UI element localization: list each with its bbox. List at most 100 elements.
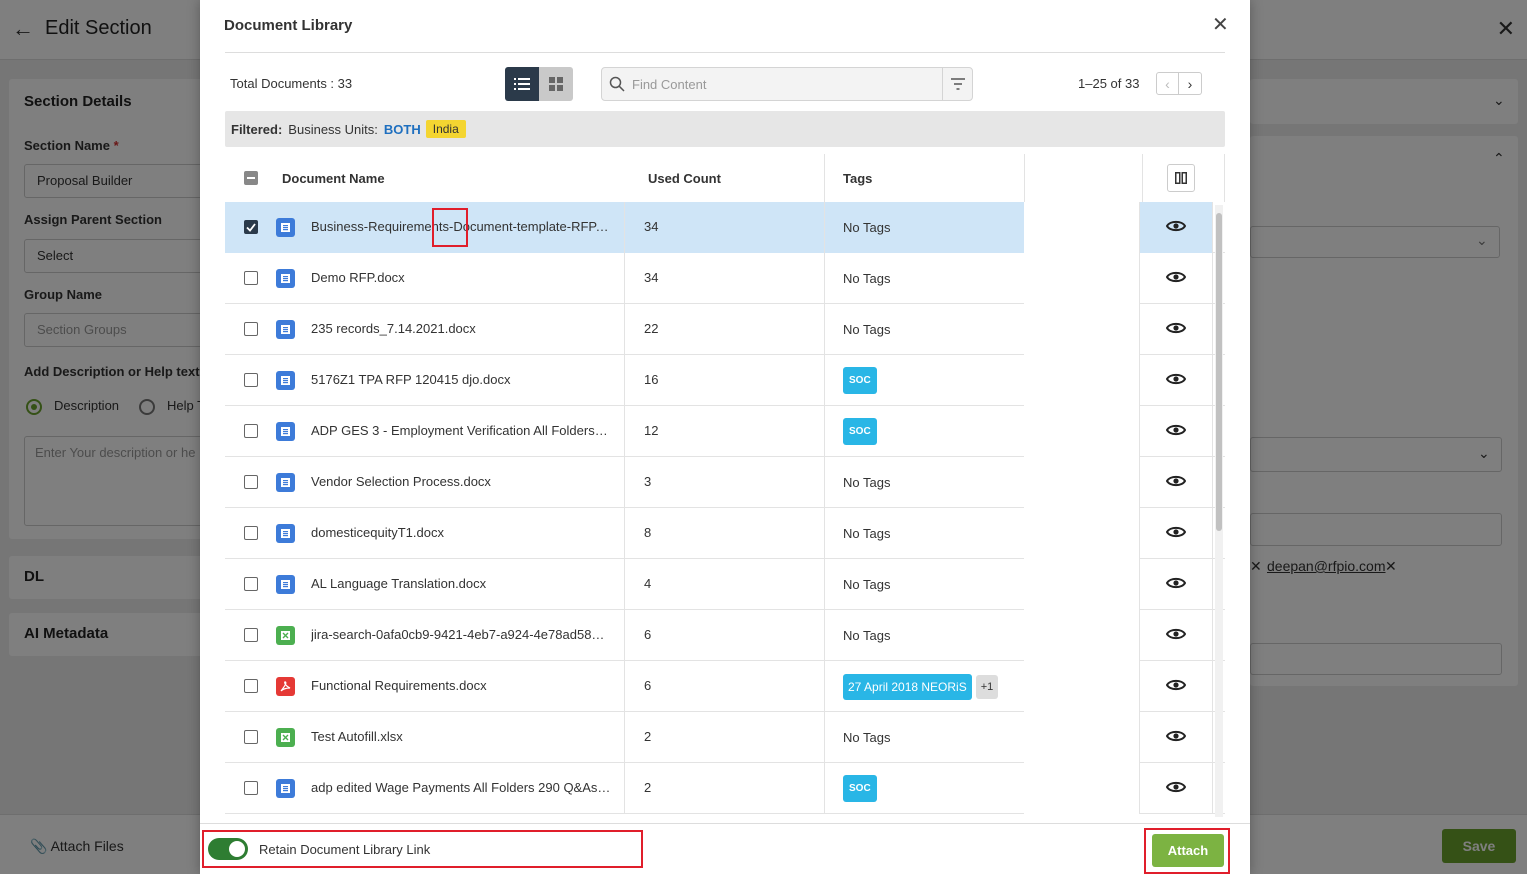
search-input[interactable] [632,68,942,100]
eye-icon[interactable] [1165,321,1187,338]
retain-link-toggle[interactable] [208,838,248,860]
tag-chip[interactable]: SOC [843,367,877,394]
col-used-count[interactable]: Used Count [648,171,721,186]
document-name[interactable]: Demo RFP.docx [311,270,611,285]
next-page-button[interactable]: › [1179,72,1202,95]
row-checkbox[interactable] [244,679,258,693]
tag-chip[interactable]: SOC [843,418,877,445]
blank-cell [1024,559,1139,610]
row-checkbox[interactable] [244,628,258,642]
eye-icon[interactable] [1165,780,1187,797]
used-count: 3 [644,474,652,489]
col-divider [824,154,825,202]
cell-divider [624,304,625,355]
cell-divider [624,712,625,763]
row-checkbox[interactable] [244,781,258,795]
more-tags-badge[interactable]: +1 [975,674,999,699]
used-count: 8 [644,525,652,540]
eye-icon[interactable] [1165,219,1187,236]
eye-icon[interactable] [1165,474,1187,491]
eye-icon[interactable] [1165,525,1187,542]
tag-chip[interactable]: 27 April 2018 NEORiS [843,673,972,700]
document-name[interactable]: Vendor Selection Process.docx [311,474,611,489]
table-row[interactable]: AL Language Translation.docx 4 No Tags [225,559,1225,610]
used-count: 34 [644,270,659,285]
eye-icon[interactable] [1165,423,1187,440]
document-name[interactable]: Test Autofill.xlsx [311,729,611,744]
row-checkbox[interactable] [244,475,258,489]
table-row[interactable]: ADP GES 3 - Employment Verification All … [225,406,1225,457]
close-icon[interactable]: ✕ [1212,12,1229,37]
row-main-cells: adp edited Wage Payments All Folders 290… [225,763,1024,814]
preview-cell [1139,610,1213,661]
cell-divider [824,355,825,406]
preview-cell [1139,457,1213,508]
prev-page-button[interactable]: ‹ [1156,72,1179,95]
table-row[interactable]: Vendor Selection Process.docx 3 No Tags [225,457,1225,508]
table-row[interactable]: 235 records_7.14.2021.docx 22 No Tags [225,304,1225,355]
row-checkbox[interactable] [244,730,258,744]
filter-icon[interactable] [942,68,972,100]
word-file-icon [276,575,295,594]
eye-icon[interactable] [1165,678,1187,695]
word-file-icon [276,422,295,441]
table-row[interactable]: domesticequityT1.docx 8 No Tags [225,508,1225,559]
grid-view-button[interactable] [539,67,573,101]
col-tags[interactable]: Tags [843,171,872,186]
row-checkbox[interactable] [244,526,258,540]
used-count: 4 [644,576,652,591]
word-file-icon [276,320,295,339]
document-name[interactable]: AL Language Translation.docx [311,576,611,591]
eye-icon[interactable] [1165,372,1187,389]
tag-chip[interactable]: SOC [843,775,877,802]
cell-divider [624,610,625,661]
table-row[interactable]: Business-Requirements-Document-template-… [225,202,1225,253]
preview-cell [1139,253,1213,304]
pdf-file-icon [276,677,295,696]
cell-divider [824,508,825,559]
table-row[interactable]: Functional Requirements.docx 6 27 April 20… [225,661,1225,712]
document-library-modal: Document Library ✕ Total Documents : 33 … [200,0,1250,874]
document-name[interactable]: ADP GES 3 - Employment Verification All … [311,423,611,438]
divider [225,52,1225,53]
filter-chip-india[interactable]: India [425,120,466,138]
tags-cell: No Tags [843,508,890,559]
attach-button[interactable]: Attach [1152,834,1224,867]
row-checkbox[interactable] [244,373,258,387]
filter-value[interactable]: BOTH [384,122,421,137]
row-checkbox[interactable] [244,322,258,336]
eye-icon[interactable] [1165,627,1187,644]
scrollbar-thumb[interactable] [1216,213,1222,531]
row-checkbox[interactable] [244,424,258,438]
no-tags-text: No Tags [843,475,891,490]
col-document-name[interactable]: Document Name [282,171,385,186]
row-checkbox[interactable] [244,577,258,591]
table-row[interactable]: adp edited Wage Payments All Folders 290… [225,763,1225,814]
eye-icon[interactable] [1165,576,1187,593]
row-main-cells: AL Language Translation.docx 4 No Tags [225,559,1024,610]
document-name[interactable]: 235 records_7.14.2021.docx [311,321,611,336]
eye-icon[interactable] [1165,270,1187,287]
table-row[interactable]: jira-search-0afa0cb9-9421-4eb7-a924-4e78… [225,610,1225,661]
total-documents: Total Documents : 33 [230,76,353,91]
document-name[interactable]: adp edited Wage Payments All Folders 290… [311,780,611,795]
word-file-icon [276,779,295,798]
search-box [601,67,973,101]
eye-icon[interactable] [1165,729,1187,746]
table-row[interactable]: 5176Z1 TPA RFP 120415 djo.docx 16 SOC [225,355,1225,406]
document-name[interactable]: 5176Z1 TPA RFP 120415 djo.docx [311,372,611,387]
document-name[interactable]: jira-search-0afa0cb9-9421-4eb7-a924-4e78… [311,627,611,642]
document-name[interactable]: Functional Requirements.docx [311,678,611,693]
table-row[interactable]: Demo RFP.docx 34 No Tags [225,253,1225,304]
document-name[interactable]: domesticequityT1.docx [311,525,611,540]
columns-icon[interactable] [1166,164,1195,192]
row-checkbox[interactable] [244,271,258,285]
list-view-button[interactable] [505,67,539,101]
table-row[interactable]: Test Autofill.xlsx 2 No Tags [225,712,1225,763]
used-count: 16 [644,372,659,387]
select-all-checkbox[interactable] [244,171,258,185]
row-main-cells: Test Autofill.xlsx 2 No Tags [225,712,1024,763]
tags-cell: No Tags [843,610,890,661]
table-scrollbar[interactable] [1215,205,1223,817]
row-checkbox[interactable] [244,220,258,234]
